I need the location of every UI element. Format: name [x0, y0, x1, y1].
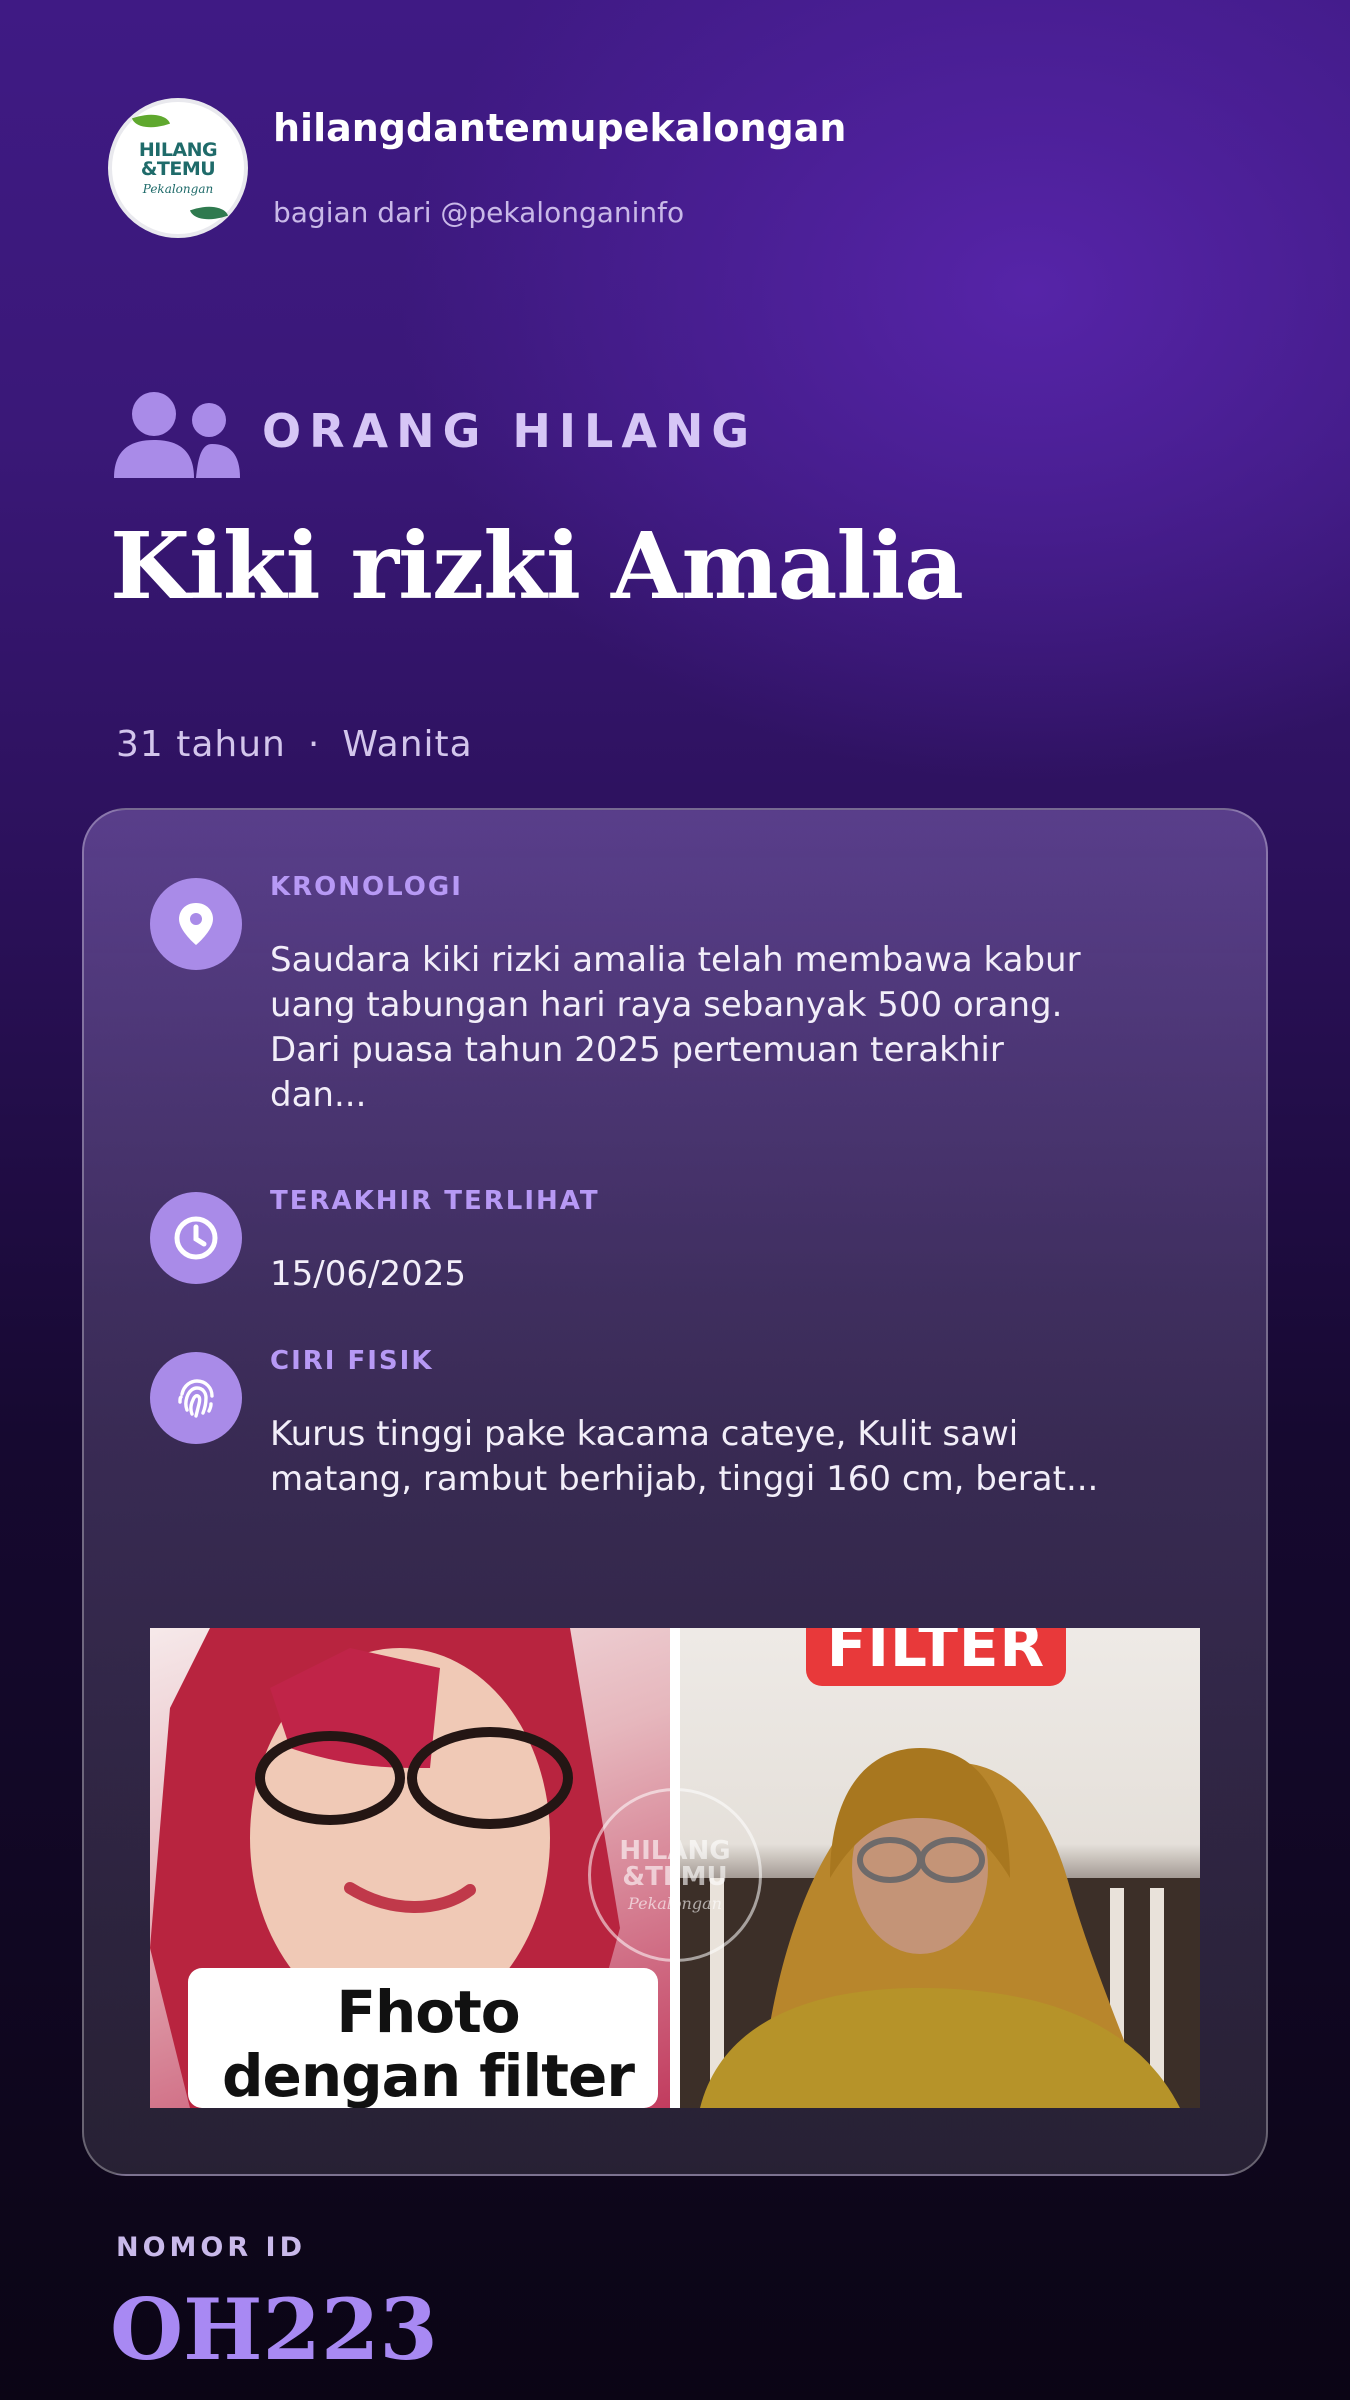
chronology-label: KRONOLOGI [270, 872, 463, 902]
person-meta: 31 tahun · Wanita [116, 724, 473, 765]
person-name: Kiki rizki Amalia [110, 512, 964, 620]
logo-text-line1: HILANG [138, 138, 218, 161]
photo-caption: Fhoto dengan filter [222, 1978, 635, 2108]
watermark-logo: HILANG &TEMU Pekalongan [588, 1788, 762, 1962]
account-name[interactable]: hilangdantemupekalongan [273, 106, 846, 150]
watermark-subtext: Pekalongan [628, 1893, 722, 1913]
account-logo: HILANG &TEMU Pekalongan [108, 98, 248, 238]
meta-separator: · [307, 724, 321, 765]
id-number: OH223 [110, 2280, 438, 2379]
person-gender: Wanita [342, 724, 473, 765]
logo-text-line2: &TEMU [140, 157, 216, 180]
location-pin-icon [150, 878, 242, 970]
id-label: NOMOR ID [116, 2232, 307, 2263]
chronology-text: Saudara kiki rizki amalia telah membawa … [270, 940, 1081, 1115]
clock-icon [150, 1192, 242, 1284]
fingerprint-icon [150, 1352, 242, 1444]
last-seen-date: 15/06/2025 [270, 1254, 466, 1294]
last-seen-label: TERAKHIR TERLIHAT [270, 1186, 600, 1216]
account-subtitle: bagian dari @pekalonganinfo [273, 196, 685, 229]
category-label: ORANG HILANG [262, 404, 758, 458]
person-age: 31 tahun [116, 724, 286, 765]
watermark-text-line2: &TEMU [622, 1861, 728, 1892]
leaf-icon [189, 198, 229, 228]
logo-subtext: Pekalongan [142, 181, 214, 196]
physical-traits-text: Kurus tinggi pake kacama cateye, Kulit s… [270, 1414, 1099, 1499]
watermark-text-line1: HILANG [619, 1835, 731, 1866]
physical-traits-label: CIRI FISIK [270, 1346, 434, 1376]
person-photo[interactable]: Fhoto dengan filter FILTER HILANG &TEMU … [150, 1628, 1200, 2108]
leaf-icon [131, 106, 171, 136]
filter-badge-text: FILTER [826, 1628, 1046, 1680]
people-icon [114, 392, 240, 478]
